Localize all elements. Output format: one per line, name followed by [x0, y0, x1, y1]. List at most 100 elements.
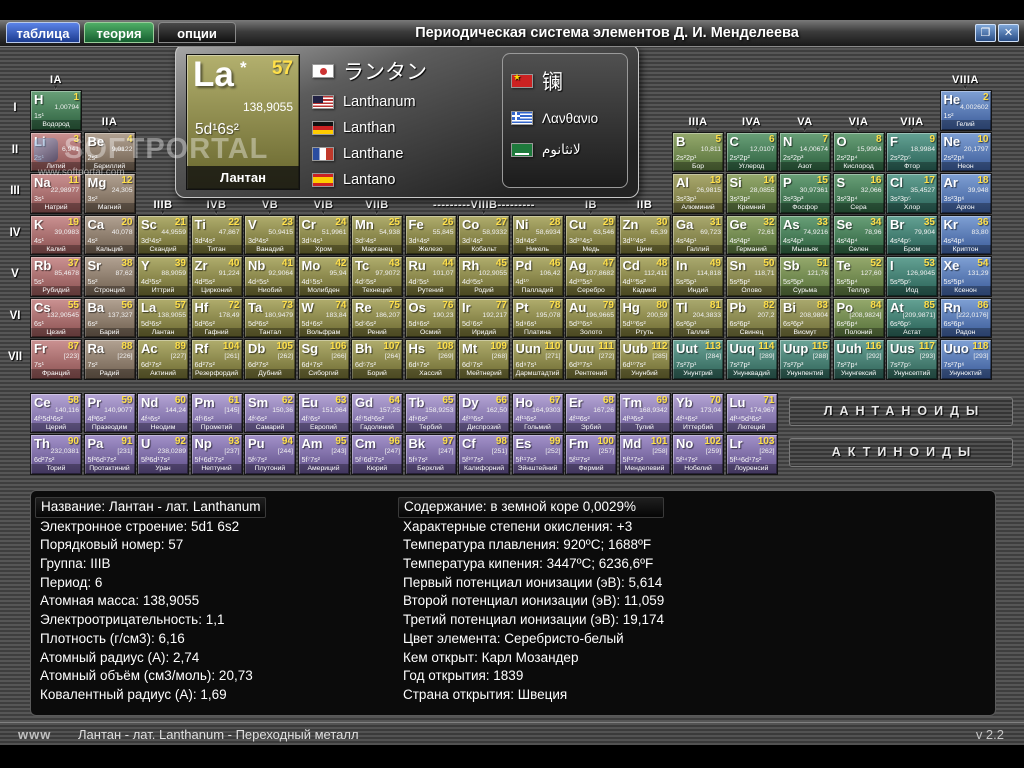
element-cell-Ac[interactable]: Ac 89 [227] 6d¹7s² Актиний: [137, 339, 189, 380]
element-cell-Ba[interactable]: Ba 56 137,327 6s² Барий: [83, 297, 136, 338]
element-cell-Lr[interactable]: Lr 103 [262] 5f¹⁴6d¹7s² Лоуренсий: [725, 434, 778, 475]
element-cell-Uuh[interactable]: Uuh 116 [292] 7s²7p⁴ Унунгексий: [832, 339, 885, 380]
tab-theory[interactable]: теория: [84, 22, 154, 43]
element-cell-Li[interactable]: Li 3 6,941 2s¹ Литий: [30, 131, 82, 172]
element-cell-Uuq[interactable]: Uuq 114 [289] 7s²7p² Унунквадий: [725, 339, 778, 380]
element-cell-Tl[interactable]: Tl 81 204,3833 6s²6p¹ Таллий: [672, 297, 724, 338]
element-cell-S[interactable]: S 16 32,066 3s²3p⁴ Сера: [832, 173, 885, 214]
element-cell-Tc[interactable]: Tc 43 97,9072 4d⁵5s² Технеций: [351, 256, 403, 297]
element-cell-Uut[interactable]: Uut 113 [284] 7s²7p¹ Унунтрий: [672, 339, 724, 380]
element-cell-Fr[interactable]: Fr 87 [223] 7s¹ Франций: [30, 339, 82, 380]
element-cell-Yb[interactable]: Yb 70 173,04 4f¹⁴6s² Иттербий: [672, 392, 724, 433]
element-cell-In[interactable]: In 49 114,818 5s²5p¹ Индий: [672, 256, 724, 297]
element-cell-Er[interactable]: Er 68 167,26 4f¹²6s² Эрбий: [565, 392, 617, 433]
element-cell-Os[interactable]: Os 76 190,23 5d⁶6s² Осмий: [404, 297, 457, 338]
element-cell-Be[interactable]: Be 4 9,0122 2s² Бериллий: [83, 131, 136, 172]
element-cell-Hg[interactable]: Hg 80 200,59 5d¹⁰6s² Ртуть: [618, 297, 671, 338]
element-cell-Md[interactable]: Md 101 [258] 5f¹³7s² Менделевий: [618, 434, 671, 475]
element-cell-Dy[interactable]: Dy 66 162,50 4f¹⁰6s² Диспрозий: [458, 392, 510, 433]
element-cell-He[interactable]: He 2 4,002602 1s² Гелий: [939, 90, 992, 131]
element-cell-Rf[interactable]: Rf 104 [261] 6d²7s² Резерфордий: [190, 339, 243, 380]
element-cell-Pb[interactable]: Pb 82 207,2 6s²6p² Свинец: [725, 297, 778, 338]
element-cell-Cr[interactable]: Cr 24 51,9961 3d⁵4s¹ Хром: [297, 214, 350, 255]
element-cell-Zr[interactable]: Zr 40 91,224 4d²5s² Цирконий: [190, 256, 243, 297]
element-cell-Ce[interactable]: Ce 58 140,116 4f¹5d¹6s² Церий: [30, 392, 82, 433]
element-cell-Te[interactable]: Te 52 127,60 5s²5p⁴ Теллур: [832, 256, 885, 297]
element-cell-La[interactable]: La 57 138,9055 5d¹6s² Лантан: [137, 297, 189, 338]
element-cell-Mt[interactable]: Mt 109 [268] 6d⁷7s² Мейтнерий: [458, 339, 510, 380]
element-cell-Pt[interactable]: Pt 78 195,078 5d⁹6s¹ Платина: [511, 297, 564, 338]
element-cell-Ta[interactable]: Ta 73 180,9479 5d³6s² Тантал: [244, 297, 296, 338]
element-cell-Am[interactable]: Am 95 [243] 5f⁷7s² Америций: [297, 434, 350, 475]
element-cell-Mn[interactable]: Mn 25 54,938 3d⁵4s² Марганец: [351, 214, 403, 255]
element-cell-Np[interactable]: Np 93 [237] 5f⁴6d¹7s² Нептуний: [190, 434, 243, 475]
element-cell-As[interactable]: As 33 74,9216 4s²4p³ Мышьяк: [779, 214, 831, 255]
element-cell-Po[interactable]: Po 84 [208,9824] 6s²6p⁴ Полоний: [832, 297, 885, 338]
element-cell-Cl[interactable]: Cl 17 35,4527 3s²3p⁵ Хлор: [886, 173, 938, 214]
element-cell-Pa[interactable]: Pa 91 [231] 5f²6d¹7s² Протактиний: [83, 434, 136, 475]
element-cell-Hf[interactable]: Hf 72 178,49 5d²6s² Гафний: [190, 297, 243, 338]
element-cell-Cd[interactable]: Cd 48 112,411 4d¹⁰5s² Кадмий: [618, 256, 671, 297]
element-cell-Ir[interactable]: Ir 77 192,217 5d⁷6s² Иридий: [458, 297, 510, 338]
element-cell-W[interactable]: W 74 183,84 5d⁴6s² Вольфрам: [297, 297, 350, 338]
element-cell-Kr[interactable]: Kr 36 83,80 4s²4p⁶ Криптон: [939, 214, 992, 255]
element-cell-Sb[interactable]: Sb 51 121,76 5s²5p³ Сурьма: [779, 256, 831, 297]
element-cell-Ga[interactable]: Ga 31 69,723 4s²4p¹ Галлий: [672, 214, 724, 255]
element-cell-Ho[interactable]: Ho 67 164,9303 4f¹¹6s² Гольмий: [511, 392, 564, 433]
element-cell-Ra[interactable]: Ra 88 [226] 7s² Радий: [83, 339, 136, 380]
element-cell-Na[interactable]: Na 11 22,98977 3s¹ Натрий: [30, 173, 82, 214]
element-cell-Cf[interactable]: Cf 98 [251] 5f¹⁰7s² Калифорний: [458, 434, 510, 475]
element-cell-Ge[interactable]: Ge 32 72,61 4s²4p² Германий: [725, 214, 778, 255]
element-cell-Sg[interactable]: Sg 106 [266] 6d⁴7s² Сиборгий: [297, 339, 350, 380]
element-cell-Uub[interactable]: Uub 112 [285] 6d¹⁰7s² Унунбий: [618, 339, 671, 380]
element-cell-P[interactable]: P 15 30,97361 3s²3p³ Фосфор: [779, 173, 831, 214]
element-cell-Ti[interactable]: Ti 22 47,867 3d²4s² Титан: [190, 214, 243, 255]
element-cell-Eu[interactable]: Eu 63 151,964 4f⁷6s² Европий: [297, 392, 350, 433]
element-cell-Au[interactable]: Au 79 196,9665 5d¹⁰6s¹ Золото: [565, 297, 617, 338]
element-cell-Xe[interactable]: Xe 54 131,29 5s²5p⁶ Ксенон: [939, 256, 992, 297]
element-cell-Si[interactable]: Si 14 28,0855 3s²3p² Кремний: [725, 173, 778, 214]
element-cell-Ag[interactable]: Ag 47 107,8682 4d¹⁰5s¹ Серебро: [565, 256, 617, 297]
element-cell-Zn[interactable]: Zn 30 65,39 3d¹⁰4s² Цинк: [618, 214, 671, 255]
element-cell-Tb[interactable]: Tb 65 158,9253 4f⁹6s² Тербий: [404, 392, 457, 433]
element-cell-Nd[interactable]: Nd 60 144,24 4f⁴6s² Неодим: [137, 392, 189, 433]
element-cell-At[interactable]: At 85 [209,9871] 6s²6p⁵ Астат: [886, 297, 938, 338]
element-cell-Y[interactable]: Y 39 88,9059 4d¹5s² Иттрий: [137, 256, 189, 297]
element-cell-Hs[interactable]: Hs 108 [269] 6d⁶7s² Хассий: [404, 339, 457, 380]
element-cell-Rb[interactable]: Rb 37 85,4678 5s¹ Рубидий: [30, 256, 82, 297]
element-cell-F[interactable]: F 9 18,9984 2s²2p⁵ Фтор: [886, 131, 938, 172]
element-cell-Uun[interactable]: Uun 110 [271] 6d⁹7s¹ Дармштадтий: [511, 339, 564, 380]
element-cell-Uuu[interactable]: Uuu 111 [272] 6d¹⁰7s¹ Рентгений: [565, 339, 617, 380]
element-cell-Cm[interactable]: Cm 96 [247] 5f⁷6d¹7s² Кюрий: [351, 434, 403, 475]
element-cell-Ne[interactable]: Ne 10 20,1797 2s²2p⁶ Неон: [939, 131, 992, 172]
element-cell-C[interactable]: C 6 12,0107 2s²2p² Углерод: [725, 131, 778, 172]
element-cell-Pr[interactable]: Pr 59 140,9077 4f³6s² Празеодим: [83, 392, 136, 433]
element-cell-Rn[interactable]: Rn 86 [222,0176] 6s²6p⁶ Радон: [939, 297, 992, 338]
element-cell-N[interactable]: N 7 14,00674 2s²2p³ Азот: [779, 131, 831, 172]
element-cell-Mo[interactable]: Mo 42 95,94 4d⁵5s¹ Молибден: [297, 256, 350, 297]
element-cell-Db[interactable]: Db 105 [262] 6d³7s² Дубний: [244, 339, 296, 380]
element-cell-Es[interactable]: Es 99 [252] 5f¹¹7s² Эйнштейний: [511, 434, 564, 475]
element-cell-Ca[interactable]: Ca 20 40,078 4s² Кальций: [83, 214, 136, 255]
element-cell-U[interactable]: U 92 238,0289 5f³6d¹7s² Уран: [137, 434, 189, 475]
tab-options[interactable]: опции: [158, 22, 236, 43]
element-cell-Sr[interactable]: Sr 38 87,62 5s² Стронций: [83, 256, 136, 297]
element-cell-O[interactable]: O 8 15,9994 2s²2p⁴ Кислород: [832, 131, 885, 172]
element-cell-No[interactable]: No 102 [259] 5f¹⁴7s² Нобелий: [672, 434, 724, 475]
restore-icon[interactable]: ❐: [975, 24, 996, 42]
element-cell-Sc[interactable]: Sc 21 44,9559 3d¹4s² Скандий: [137, 214, 189, 255]
element-cell-K[interactable]: K 19 39,0983 4s¹ Калий: [30, 214, 82, 255]
element-cell-Ar[interactable]: Ar 18 39,948 3s²3p⁶ Аргон: [939, 173, 992, 214]
element-cell-Co[interactable]: Co 27 58,9332 3d⁷4s² Кобальт: [458, 214, 510, 255]
element-cell-H[interactable]: H 1 1,00794 1s¹ Водород: [30, 90, 82, 131]
element-cell-Pd[interactable]: Pd 46 106,42 4d¹⁰ Палладий: [511, 256, 564, 297]
close-icon[interactable]: ✕: [998, 24, 1019, 42]
element-cell-Al[interactable]: Al 13 26,9815 3s²3p¹ Алюминий: [672, 173, 724, 214]
element-cell-Mg[interactable]: Mg 12 24,305 3s² Магний: [83, 173, 136, 214]
tab-table[interactable]: таблица: [6, 22, 80, 43]
element-cell-Sm[interactable]: Sm 62 150,36 4f⁶6s² Самарий: [244, 392, 296, 433]
element-cell-V[interactable]: V 23 50,9415 3d³4s² Ванадий: [244, 214, 296, 255]
element-cell-Cu[interactable]: Cu 29 63,546 3d¹⁰4s¹ Медь: [565, 214, 617, 255]
element-cell-Lu[interactable]: Lu 71 174,967 4f¹⁴5d¹6s² Лютеций: [725, 392, 778, 433]
element-cell-Bh[interactable]: Bh 107 [264] 6d⁵7s² Борий: [351, 339, 403, 380]
